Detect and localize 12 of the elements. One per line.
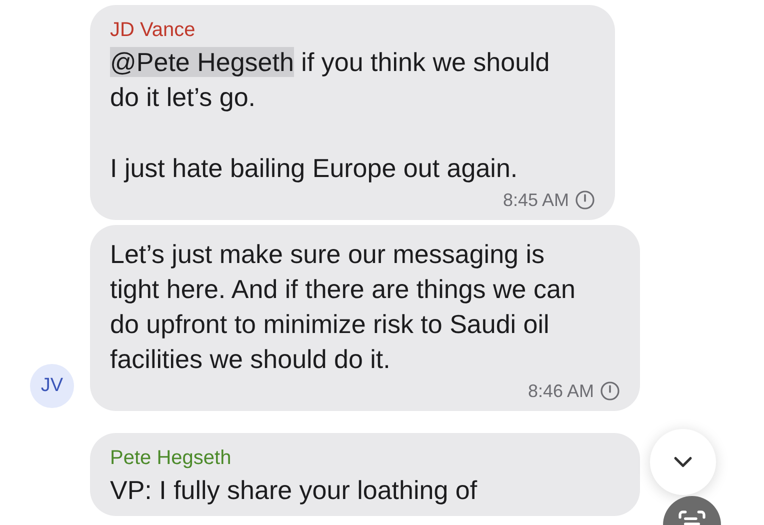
message-text: @Pete Hegseth if you think we should do it let’s go. [110, 47, 550, 112]
message-text: I just hate bailing Europe out again. [110, 153, 518, 183]
mention-link[interactable]: @Pete Hegseth [110, 47, 294, 77]
message-time: 8:46 AM [528, 380, 594, 403]
clock-icon [600, 381, 620, 401]
message-text: Let’s just make sure our messaging is tight here. And if there are things we can do upfront to minimize risk to Saudi oil facilities we should do it. [110, 239, 576, 374]
message-time: 8:45 AM [502, 189, 569, 212]
message-text: VP: I fully share your loathing of [110, 475, 478, 505]
clock-icon [575, 190, 595, 210]
sender-name: JD Vance [110, 18, 196, 43]
avatar[interactable]: JV [30, 364, 74, 408]
sender-name: Pete Hegseth [110, 446, 232, 471]
